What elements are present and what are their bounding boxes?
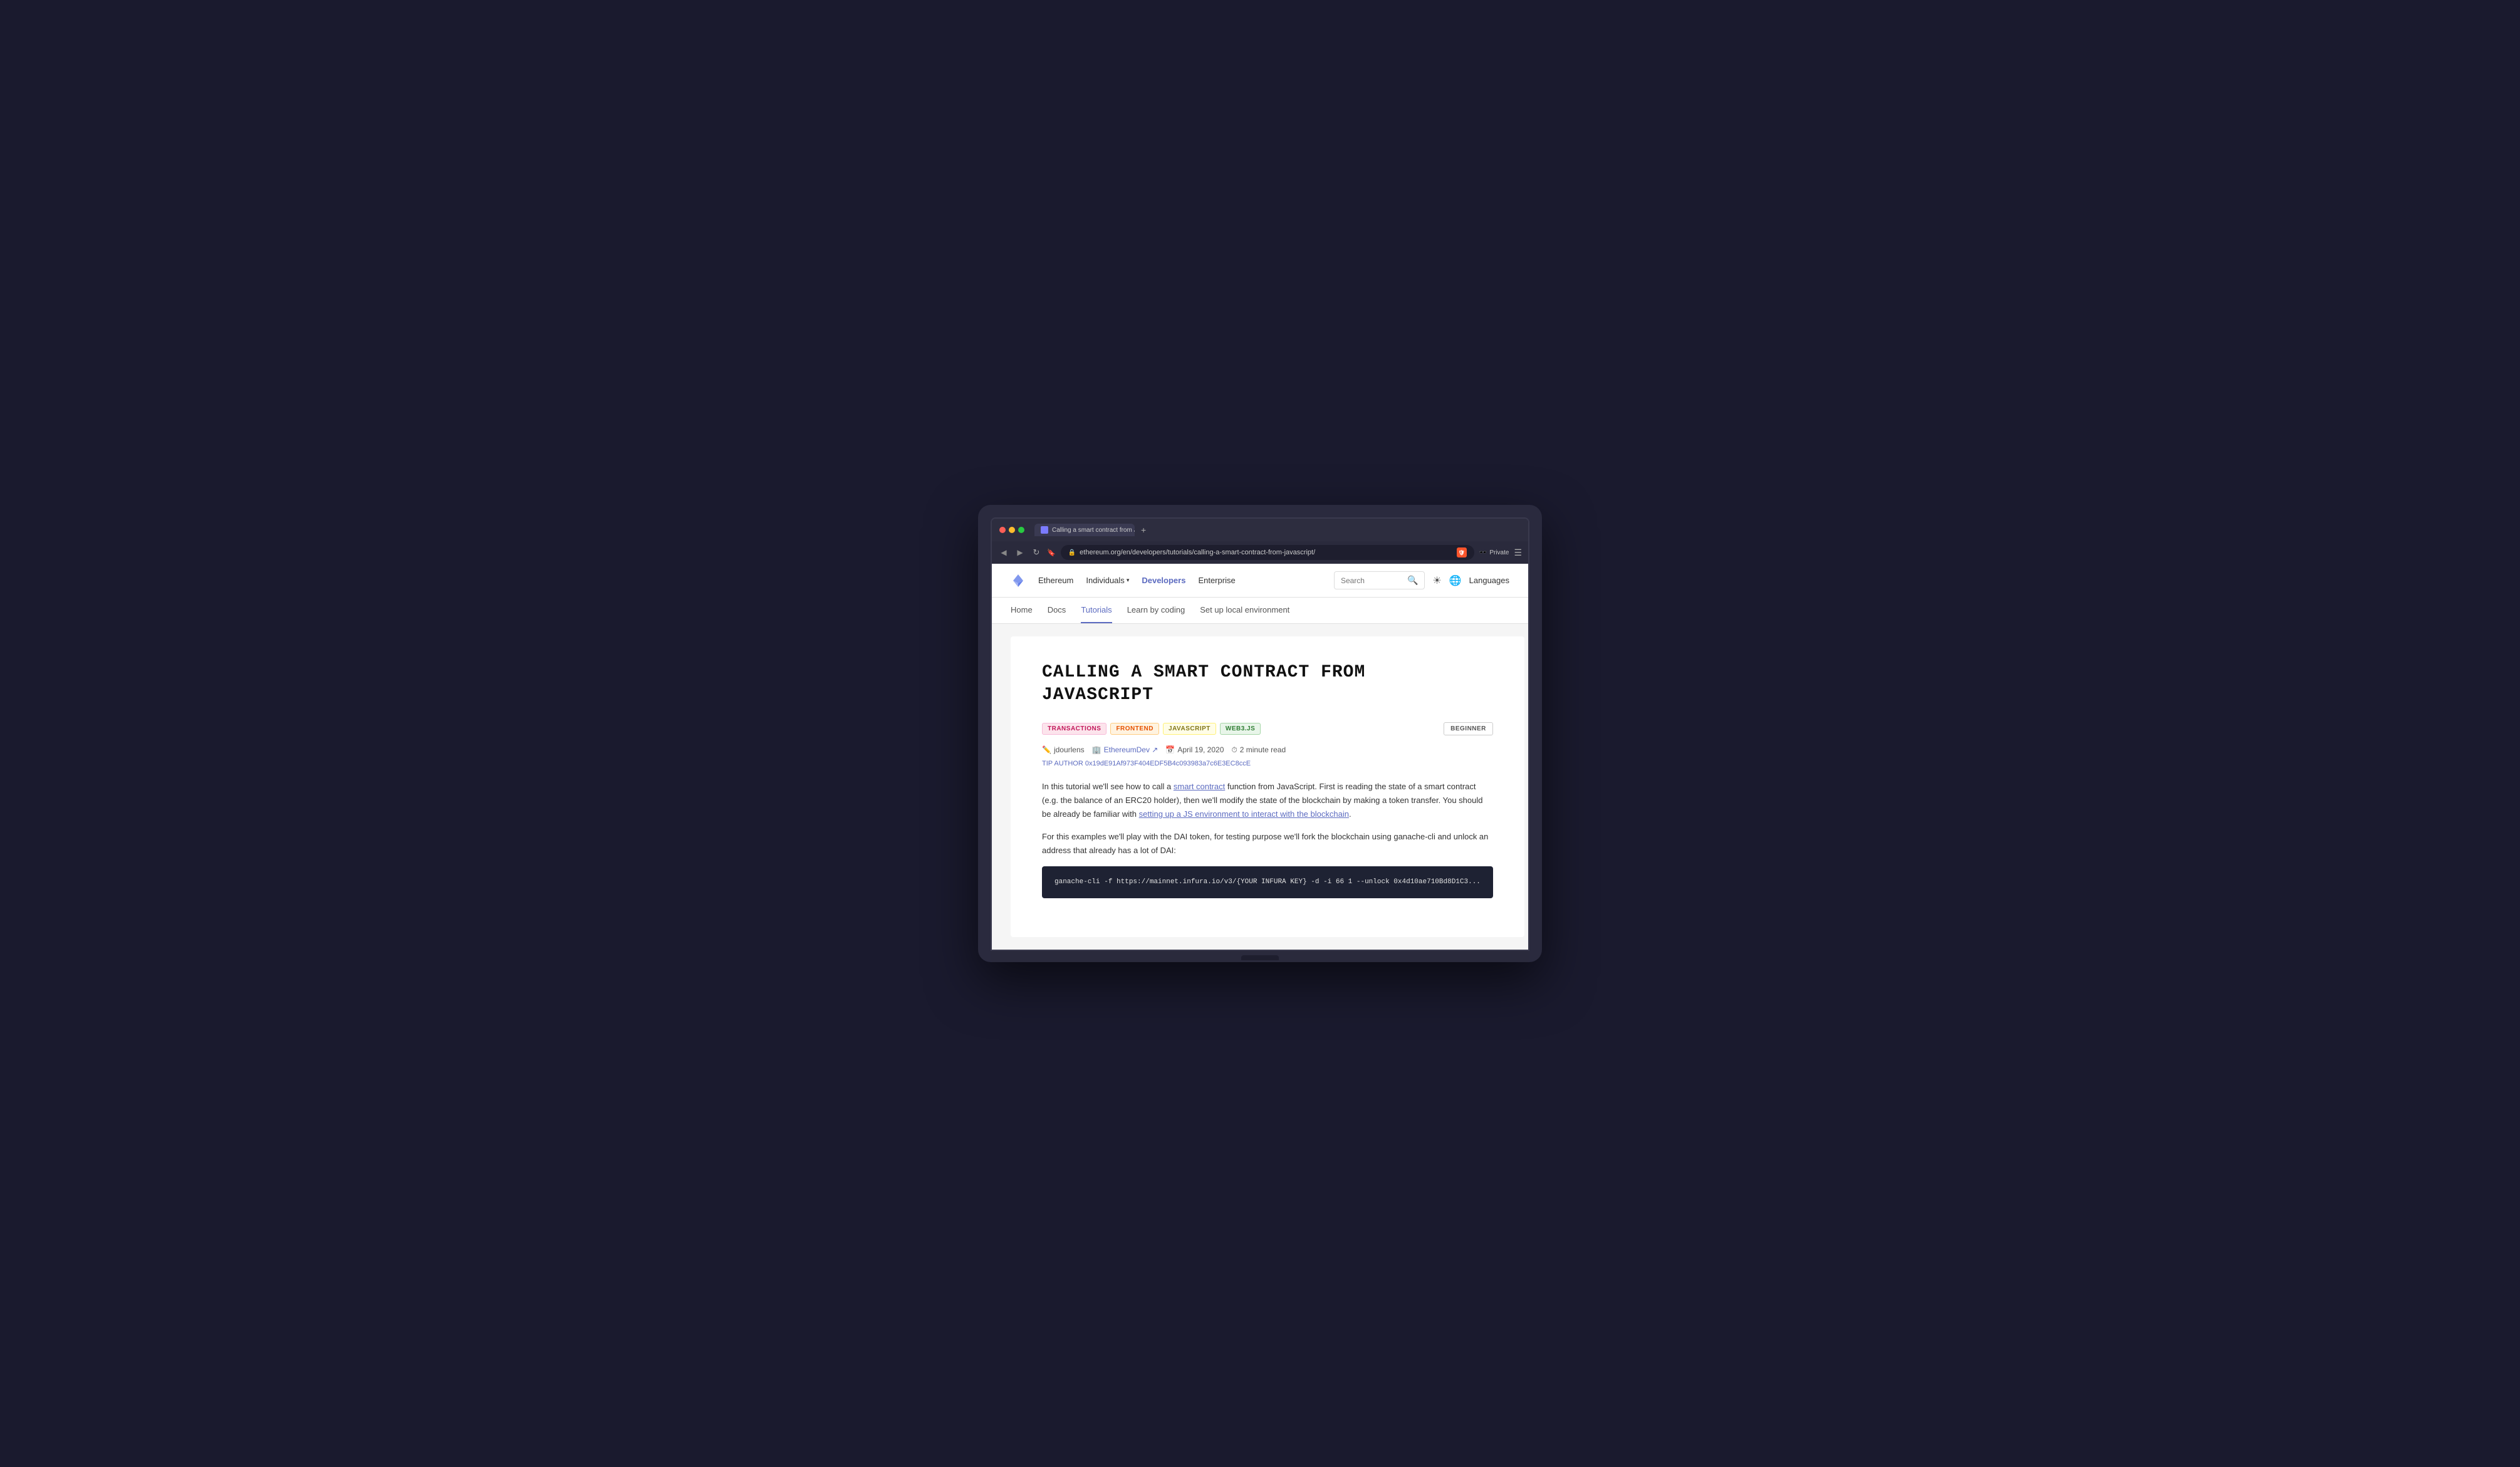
tip-author-row: TIP AUTHOR 0x19dE91Af973F404EDF5B4c09398…: [1042, 760, 1493, 767]
browser-window: Calling a smart contract from J... ✕ + ◀…: [991, 517, 1529, 951]
search-input[interactable]: [1341, 576, 1403, 585]
close-window-button[interactable]: [999, 527, 1006, 533]
tag-transactions[interactable]: TRANSACTIONS: [1042, 723, 1106, 735]
code-block: ganache-cli -f https://mainnet.infura.io…: [1042, 866, 1493, 898]
logo-area: Ethereum Individuals ▾ Developers Enterp…: [1011, 573, 1236, 588]
code-text: ganache-cli -f https://mainnet.infura.io…: [1054, 876, 1481, 888]
org-link[interactable]: EthereumDev ↗: [1104, 745, 1158, 754]
second-paragraph: For this examples we'll play with the DA…: [1042, 830, 1493, 858]
tab-title: Calling a smart contract from J...: [1052, 527, 1135, 534]
browser-right-controls: 🕶️ Private ☰: [1479, 547, 1522, 558]
nav-enterprise[interactable]: Enterprise: [1198, 576, 1235, 585]
minimize-window-button[interactable]: [1009, 527, 1015, 533]
website-content: Ethereum Individuals ▾ Developers Enterp…: [992, 564, 1528, 950]
languages-button[interactable]: Languages: [1469, 576, 1509, 585]
laptop-camera-notch: [1241, 955, 1279, 960]
pencil-icon: ✏️: [1042, 745, 1051, 754]
js-environment-link[interactable]: setting up a JS environment to interact …: [1139, 809, 1349, 819]
new-tab-button[interactable]: +: [1137, 524, 1150, 536]
tags-row: TRANSACTIONS FRONTEND JAVASCRIPT WEB3.JS…: [1042, 722, 1493, 735]
refresh-button[interactable]: ↻: [1031, 547, 1042, 558]
sec-nav-tutorials[interactable]: Tutorials: [1081, 598, 1112, 623]
meta-row: ✏️ jdourlens 🏢 EthereumDev ↗ 📅 April 19,…: [1042, 745, 1493, 755]
url-text: ethereum.org/en/developers/tutorials/cal…: [1080, 549, 1453, 556]
bookmark-button[interactable]: 🔖: [1047, 549, 1056, 557]
site-header: Ethereum Individuals ▾ Developers Enterp…: [992, 564, 1528, 598]
clock-icon: ⏱: [1231, 745, 1237, 755]
article-area: CALLING A SMART CONTRACT FROMJAVASCRIPT …: [1011, 636, 1524, 937]
traffic-lights: [999, 527, 1024, 533]
browser-titlebar: Calling a smart contract from J... ✕ +: [992, 519, 1528, 541]
main-layout: CALLING A SMART CONTRACT FROMJAVASCRIPT …: [992, 624, 1528, 950]
tag-javascript[interactable]: JAVASCRIPT: [1163, 723, 1216, 735]
sec-nav-set-up-env[interactable]: Set up local environment: [1200, 598, 1289, 623]
sec-nav-docs[interactable]: Docs: [1048, 598, 1066, 623]
date-text: April 19, 2020: [1177, 745, 1224, 754]
nav-ethereum[interactable]: Ethereum: [1038, 576, 1073, 585]
laptop-frame: Calling a smart contract from J... ✕ + ◀…: [978, 505, 1542, 962]
globe-icon: 🌐: [1449, 574, 1462, 587]
meta-author: ✏️ jdourlens: [1042, 745, 1085, 754]
theme-toggle-button[interactable]: ☀: [1432, 574, 1441, 587]
calendar-icon: 📅: [1165, 745, 1175, 754]
meta-org: 🏢 EthereumDev ↗: [1092, 745, 1158, 754]
forward-button[interactable]: ▶: [1014, 547, 1026, 558]
sec-nav-learn-by-coding[interactable]: Learn by coding: [1127, 598, 1185, 623]
browser-tabs: Calling a smart contract from J... ✕ +: [1034, 524, 1521, 536]
browser-toolbar: ◀ ▶ ↻ 🔖 🔒 ethereum.org/en/developers/tut…: [992, 541, 1528, 564]
header-right: 🔍 ☀ 🌐 Languages: [1334, 571, 1509, 589]
smart-contract-link[interactable]: smart contract: [1174, 782, 1225, 791]
tag-frontend[interactable]: FRONTEND: [1110, 723, 1159, 735]
secondary-nav: Home Docs Tutorials Learn by coding Set …: [992, 598, 1528, 624]
lock-icon: 🔒: [1068, 549, 1076, 556]
back-button[interactable]: ◀: [998, 547, 1009, 558]
nav-individuals[interactable]: Individuals ▾: [1086, 576, 1129, 585]
meta-read-time: ⏱ 2 minute read: [1231, 745, 1286, 755]
tag-web3js[interactable]: WEB3.JS: [1220, 723, 1261, 735]
individuals-dropdown-arrow: ▾: [1127, 577, 1130, 584]
main-nav: Ethereum Individuals ▾ Developers Enterp…: [1038, 576, 1236, 585]
tab-favicon: [1041, 526, 1048, 534]
private-icon: 🕶️: [1479, 549, 1487, 556]
tip-author-link[interactable]: TIP AUTHOR 0x19dE91Af973F404EDF5B4c09398…: [1042, 760, 1251, 767]
search-icon[interactable]: 🔍: [1407, 575, 1418, 586]
private-label: Private: [1489, 549, 1509, 556]
maximize-window-button[interactable]: [1018, 527, 1024, 533]
search-box[interactable]: 🔍: [1334, 571, 1425, 589]
address-bar[interactable]: 🔒 ethereum.org/en/developers/tutorials/c…: [1061, 545, 1474, 560]
read-time-text: 2 minute read: [1240, 745, 1286, 754]
ethereum-logo: [1011, 573, 1026, 588]
intro-paragraph: In this tutorial we'll see how to call a…: [1042, 780, 1493, 821]
laptop-bottom-bar: [991, 951, 1529, 962]
private-mode-badge: 🕶️ Private: [1479, 549, 1509, 556]
active-tab[interactable]: Calling a smart contract from J... ✕: [1034, 524, 1135, 536]
author-name: jdourlens: [1054, 745, 1085, 754]
difficulty-badge: BEGINNER: [1444, 722, 1493, 735]
meta-date: 📅 April 19, 2020: [1165, 745, 1224, 754]
brave-shield-icon[interactable]: 🛡: [1457, 547, 1467, 557]
article-title: CALLING A SMART CONTRACT FROMJAVASCRIPT: [1042, 661, 1493, 707]
building-icon: 🏢: [1092, 745, 1101, 754]
article-body: In this tutorial we'll see how to call a…: [1042, 780, 1493, 898]
browser-menu-button[interactable]: ☰: [1514, 547, 1522, 558]
nav-developers[interactable]: Developers: [1142, 576, 1185, 585]
sec-nav-home[interactable]: Home: [1011, 598, 1033, 623]
